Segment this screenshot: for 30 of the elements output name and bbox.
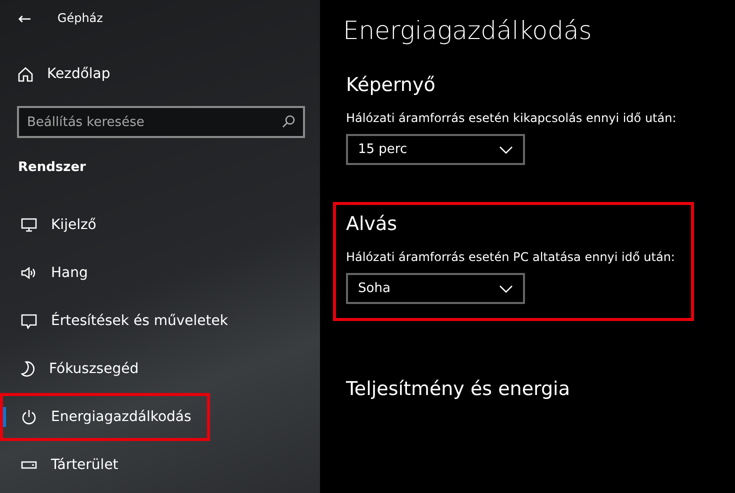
back-button[interactable]: ←	[18, 8, 32, 28]
chevron-down-icon	[499, 146, 513, 154]
chevron-down-icon	[499, 284, 513, 292]
message-icon	[21, 313, 37, 329]
page-title: Energiagazdálkodás	[343, 16, 593, 45]
search-icon	[282, 115, 295, 128]
moon-icon	[21, 361, 35, 377]
drive-icon	[21, 461, 37, 469]
sidebar-item[interactable]: Energiagazdálkodás	[0, 393, 210, 441]
sidebar-item[interactable]: Értesítések és műveletek	[0, 297, 231, 345]
sidebar-item[interactable]: Tárterület	[0, 441, 210, 489]
monitor-icon	[21, 218, 37, 232]
home-icon	[18, 66, 33, 82]
group-heading: Rendszer	[18, 160, 87, 175]
sidebar-item[interactable]: Fókuszsegéd	[0, 345, 210, 393]
selection-indicator	[3, 407, 6, 427]
speaker-icon	[21, 266, 37, 280]
sidebar-item[interactable]: Kijelző	[0, 201, 210, 249]
search-field[interactable]: Beállítás keresése	[17, 106, 305, 138]
window-title: Gépház	[57, 11, 103, 25]
sidebar-item[interactable]: Hang	[0, 249, 210, 297]
section-heading: Képernyő	[346, 74, 436, 96]
setting-label: Hálózati áramforrás esetén kikapcsolás ennyi idő után:	[346, 110, 676, 126]
home-link[interactable]: Kezdőlap	[18, 58, 320, 90]
power-icon	[21, 409, 37, 425]
setting-label: Hálózati áramforrás esetén PC altatása ennyi idő után:	[346, 249, 675, 265]
section-heading: Alvás	[346, 213, 398, 235]
section-heading: Teljesítmény és energia	[346, 378, 571, 400]
dropdown[interactable]: 15 perc	[346, 134, 525, 165]
dropdown[interactable]: Soha	[346, 273, 525, 304]
